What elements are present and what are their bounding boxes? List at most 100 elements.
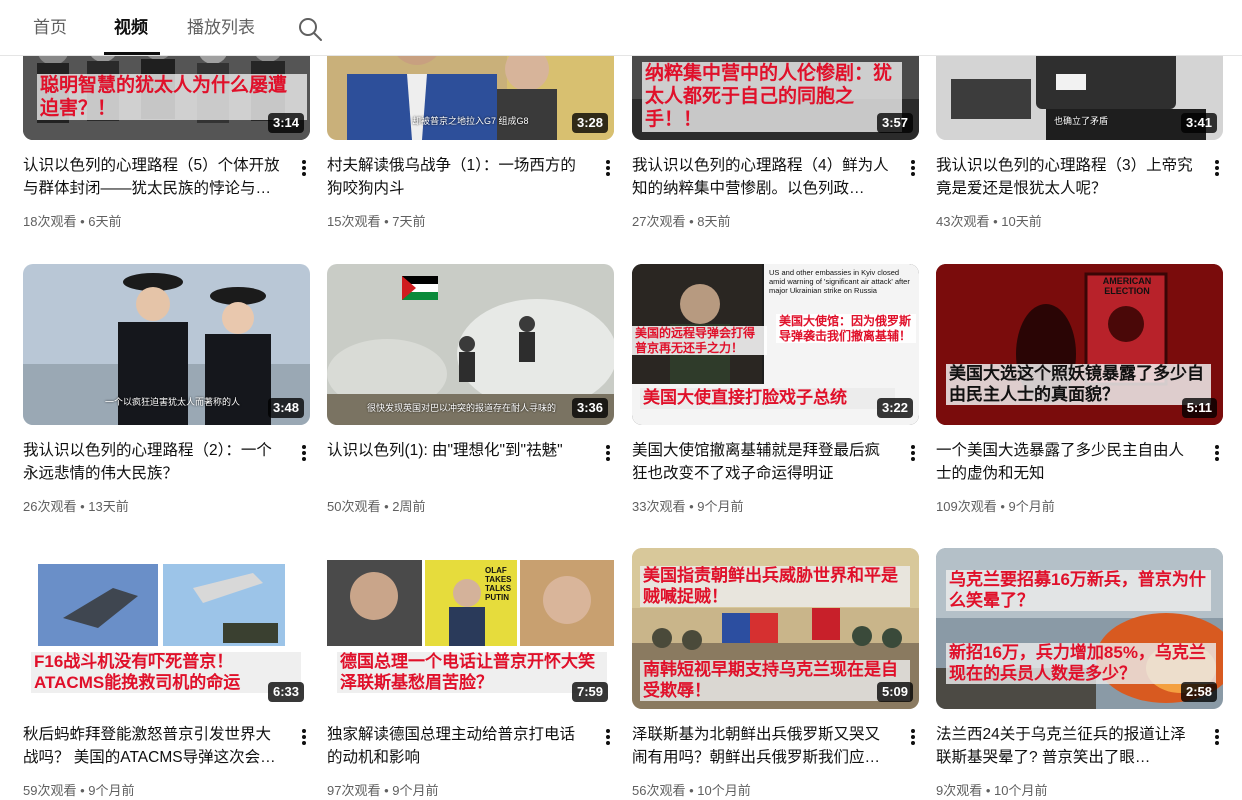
- more-options-icon[interactable]: [1209, 726, 1225, 748]
- video-title[interactable]: 我认识以色列的心理路程（4）鲜为人知的纳粹集中营惨剧。以色列政…: [632, 154, 894, 200]
- video-card[interactable]: 乌克兰要招募16万新兵，普京为什么笑晕了？ 新招16万，兵力增加85%，乌克兰现…: [936, 548, 1223, 800]
- video-title[interactable]: 美国大使馆撤离基辅就是拜登最后疯狂也改变不了戏子命运得明证: [632, 439, 894, 485]
- view-count: 59次观看: [23, 783, 77, 798]
- video-thumbnail[interactable]: F16战斗机没有吓死普京！ATACMS能挽救司机的命运 6:33: [23, 548, 310, 709]
- view-count: 18次观看: [23, 214, 77, 229]
- thumbnail-caption: 也确立了矛盾: [1054, 116, 1109, 126]
- thumbnail-caption: 却被普京之地拉入G7 组成G8: [412, 116, 529, 126]
- thumbnail-overlay-text: 美国指责朝鲜出兵威胁世界和平是贼喊捉贼！: [640, 566, 910, 608]
- video-meta: 59次观看 • 9个月前: [23, 783, 135, 798]
- duration-badge: 3:28: [571, 113, 608, 133]
- video-meta: 33次观看 • 9个月前: [632, 499, 744, 514]
- duration-badge: 3:36: [571, 398, 608, 418]
- view-count: 15次观看: [327, 214, 381, 229]
- view-count: 97次观看: [327, 783, 381, 798]
- video-meta: 43次观看 • 10天前: [936, 214, 1042, 229]
- video-title[interactable]: 村夫解读俄乌战争（1）：一场西方的狗咬狗内斗: [327, 154, 589, 200]
- video-thumbnail[interactable]: OLAF TAKES TALKS PUTIN 德国总理一个电话让普京开怀大笑泽联…: [327, 548, 614, 709]
- video-title[interactable]: 独家解读德国总理主动给普京打电话的动机和影响: [327, 723, 589, 769]
- duration-badge: 7:59: [571, 682, 608, 702]
- more-options-icon[interactable]: [905, 157, 921, 179]
- thumbnail-caption: 很快发现英国对巴以冲突的报道存在耐人寻味的: [367, 403, 557, 413]
- video-card[interactable]: 很快发现英国对巴以冲突的报道存在耐人寻味的 3:36 认识以色列(1): 由"理…: [327, 264, 614, 524]
- video-thumbnail[interactable]: 很快发现英国对巴以冲突的报道存在耐人寻味的 3:36: [327, 264, 614, 425]
- video-meta: 97次观看 • 9个月前: [327, 783, 439, 798]
- video-title[interactable]: 我认识以色列的心理路程（2）：一个永远悲情的伟大民族？: [23, 439, 285, 485]
- more-options-icon[interactable]: [905, 442, 921, 464]
- video-meta: 26次观看 • 13天前: [23, 499, 129, 514]
- more-options-icon[interactable]: [600, 726, 616, 748]
- channel-tab-bar: 首页 视频 播放列表: [0, 0, 1242, 56]
- video-title[interactable]: 我认识以色列的心理路程（3）上帝究竟是爱还是恨犹太人呢？: [936, 154, 1198, 200]
- video-meta: 15次观看 • 7天前: [327, 214, 426, 229]
- more-options-icon[interactable]: [1209, 442, 1225, 464]
- thumbnail-overlay-text-bottom: 南韩短视早期支持乌克兰现在是自受欺辱！: [640, 660, 910, 702]
- tab-home[interactable]: 首页: [33, 17, 67, 39]
- video-grid: 聪明智慧的犹太人为什么屡遭迫害？！ 3:14 认识以色列的心理路程（5）个体开放…: [0, 0, 1242, 800]
- more-options-icon[interactable]: [1209, 157, 1225, 179]
- view-count: 56次观看: [632, 783, 686, 798]
- video-thumbnail[interactable]: 美国指责朝鲜出兵威胁世界和平是贼喊捉贼！ 南韩短视早期支持乌克兰现在是自受欺辱！…: [632, 548, 919, 709]
- video-title[interactable]: 一个美国大选暴露了多少民主自由人士的虚伪和无知: [936, 439, 1198, 485]
- video-thumbnail[interactable]: 一个以疯狂迫害犹太人而著称的人 3:48: [23, 264, 310, 425]
- view-count: 27次观看: [632, 214, 686, 229]
- video-card[interactable]: AMERICAN ELECTION 美国大选这个照妖镜暴露了多少自由民主人士的真…: [936, 264, 1223, 524]
- thumbnail-overlay-text: 乌克兰要招募16万新兵，普京为什么笑晕了？: [946, 570, 1211, 612]
- upload-age: 10个月前: [994, 783, 1048, 798]
- view-count: 9次观看: [936, 783, 983, 798]
- video-meta: 56次观看 • 10个月前: [632, 783, 751, 798]
- thumbnail-overlay-text: 美国大选这个照妖镜暴露了多少自由民主人士的真面貌？: [946, 364, 1211, 406]
- video-thumbnail[interactable]: US and other embassies in Kyiv closed am…: [632, 264, 919, 425]
- video-card[interactable]: 一个以疯狂迫害犹太人而著称的人 3:48 我认识以色列的心理路程（2）：一个永远…: [23, 264, 310, 524]
- more-options-icon[interactable]: [296, 726, 312, 748]
- video-title[interactable]: 认识以色列(1): 由"理想化"到"祛魅": [327, 439, 589, 485]
- view-count: 50次观看: [327, 499, 381, 514]
- video-card[interactable]: F16战斗机没有吓死普京！ATACMS能挽救司机的命运 6:33 秋后蚂蚱拜登能…: [23, 548, 310, 800]
- thumbnail-overlay-text-left: 美国的远程导弹会打得普京再无还手之力！: [632, 326, 767, 356]
- video-card[interactable]: 美国指责朝鲜出兵威胁世界和平是贼喊捉贼！ 南韩短视早期支持乌克兰现在是自受欺辱！…: [632, 548, 919, 800]
- video-card[interactable]: OLAF TAKES TALKS PUTIN 德国总理一个电话让普京开怀大笑泽联…: [327, 548, 614, 800]
- video-card[interactable]: US and other embassies in Kyiv closed am…: [632, 264, 919, 524]
- thumbnail-overlay-text: 德国总理一个电话让普京开怀大笑泽联斯基愁眉苦脸？: [337, 652, 607, 694]
- thumbnail-caption: 一个以疯狂迫害犹太人而著称的人: [105, 397, 241, 407]
- duration-badge: 2:58: [1180, 682, 1217, 702]
- duration-badge: 3:41: [1180, 113, 1217, 133]
- upload-age: 9个月前: [392, 783, 439, 798]
- video-meta: 109次观看 • 9个月前: [936, 499, 1055, 514]
- view-count: 43次观看: [936, 214, 990, 229]
- more-options-icon[interactable]: [600, 157, 616, 179]
- upload-age: 7天前: [392, 214, 426, 229]
- duration-badge: 3:22: [876, 398, 913, 418]
- active-tab-indicator: [104, 52, 160, 55]
- tab-videos[interactable]: 视频: [114, 17, 148, 39]
- thumbnail-overlay-text: 美国大使直接打脸戏子总统: [640, 388, 895, 409]
- duration-badge: 3:14: [267, 113, 304, 133]
- video-thumbnail[interactable]: 乌克兰要招募16万新兵，普京为什么笑晕了？ 新招16万，兵力增加85%，乌克兰现…: [936, 548, 1223, 709]
- search-icon[interactable]: [297, 16, 323, 42]
- duration-badge: 5:11: [1181, 398, 1217, 418]
- video-title[interactable]: 法兰西24关于乌克兰征兵的报道让泽联斯基哭晕了? 普京笑出了眼…: [936, 723, 1198, 769]
- duration-badge: 3:48: [267, 398, 304, 418]
- view-count: 109次观看: [936, 499, 997, 514]
- more-options-icon[interactable]: [600, 442, 616, 464]
- thumbnail-overlay-text: 聪明智慧的犹太人为什么屡遭迫害？！: [37, 74, 307, 121]
- more-options-icon[interactable]: [905, 726, 921, 748]
- thumbnail-caption: AMERICAN ELECTION: [1102, 276, 1152, 296]
- thumbnail-overlay-text: F16战斗机没有吓死普京！ATACMS能挽救司机的命运: [31, 652, 301, 694]
- duration-badge: 3:57: [876, 113, 913, 133]
- upload-age: 6天前: [88, 214, 122, 229]
- thumbnail-caption: OLAF TAKES TALKS PUTIN: [485, 566, 512, 602]
- upload-age: 9个月前: [88, 783, 135, 798]
- video-meta: 27次观看 • 8天前: [632, 214, 731, 229]
- more-options-icon[interactable]: [296, 442, 312, 464]
- video-title[interactable]: 泽联斯基为北朝鲜出兵俄罗斯又哭又闹有用吗？朝鲜出兵俄罗斯我们应…: [632, 723, 894, 769]
- duration-badge: 5:09: [876, 682, 913, 702]
- more-options-icon[interactable]: [296, 157, 312, 179]
- video-thumbnail[interactable]: AMERICAN ELECTION 美国大选这个照妖镜暴露了多少自由民主人士的真…: [936, 264, 1223, 425]
- view-count: 26次观看: [23, 499, 77, 514]
- video-title[interactable]: 秋后蚂蚱拜登能激怒普京引发世界大战吗？ 美国的ATACMS导弹这次会…: [23, 723, 285, 769]
- tab-playlists[interactable]: 播放列表: [187, 17, 255, 39]
- video-meta: 18次观看 • 6天前: [23, 214, 122, 229]
- video-title[interactable]: 认识以色列的心理路程（5）个体开放与群体封闭——犹太民族的悖论与…: [23, 154, 285, 200]
- upload-age: 10天前: [1001, 214, 1042, 229]
